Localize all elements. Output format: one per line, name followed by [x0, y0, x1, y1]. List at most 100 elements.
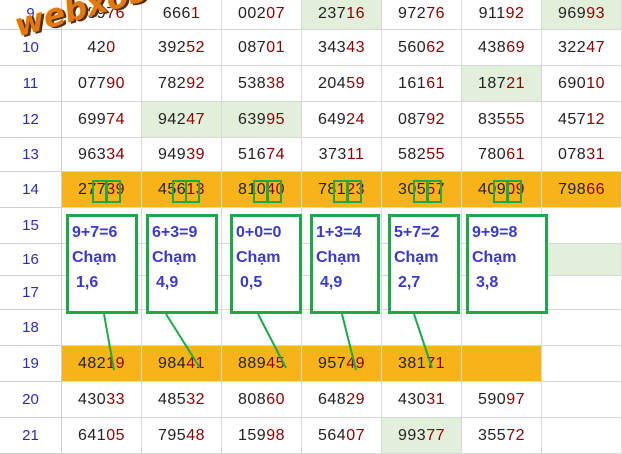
- cell-r21-c1[interactable]: 641 05: [62, 418, 142, 454]
- row-header-15[interactable]: 15: [0, 208, 62, 244]
- cell-suffix: 59: [346, 74, 365, 92]
- touch-label: Chạm: [236, 249, 281, 266]
- cell-r19-c5[interactable]: 381 71: [382, 346, 462, 382]
- cell-r13-c4[interactable]: 373 11: [302, 138, 382, 172]
- cell-r15-c7[interactable]: [542, 208, 622, 244]
- cell-suffix: 31: [426, 390, 445, 408]
- row-header-19[interactable]: 19: [0, 346, 62, 382]
- cell-r19-c6[interactable]: [462, 346, 542, 382]
- cell-r18-c7[interactable]: [542, 310, 622, 346]
- cell-r20-c6[interactable]: 590 97: [462, 382, 542, 418]
- cell-suffix: 19: [106, 354, 125, 372]
- row-header-17[interactable]: 17: [0, 276, 62, 310]
- cell-r17-c7[interactable]: [542, 276, 622, 310]
- cell-r18-c3[interactable]: [222, 310, 302, 346]
- cell-r10-c4[interactable]: 343 43: [302, 30, 382, 66]
- cell-r21-c6[interactable]: 355 72: [462, 418, 542, 454]
- cell-suffix: 31: [586, 145, 605, 163]
- cell-r13-c1[interactable]: 963 34: [62, 138, 142, 172]
- cell-r20-c4[interactable]: 648 29: [302, 382, 382, 418]
- cell-suffix: 48: [186, 426, 205, 444]
- cell-r21-c4[interactable]: 564 07: [302, 418, 382, 454]
- cell-r19-c4[interactable]: 957 49: [302, 346, 382, 382]
- cell-prefix: 381: [398, 354, 427, 372]
- touch-note-text: 9+9=8 Chạm 3,8: [472, 220, 517, 295]
- touch-note-text: 0+0=0 Chạm 0,5: [236, 220, 281, 295]
- cell-r11-c6[interactable]: 187 21: [462, 66, 542, 102]
- row-header-18[interactable]: 18: [0, 310, 62, 346]
- cell-r18-c1[interactable]: [62, 310, 142, 346]
- cell-suffix: 55: [506, 110, 525, 128]
- cell-prefix: 963: [78, 145, 107, 163]
- cell-r20-c7[interactable]: [542, 382, 622, 418]
- cell-r9-c7[interactable]: 969 93: [542, 0, 622, 30]
- row-header-20[interactable]: 20: [0, 382, 62, 418]
- cell-r14-c7[interactable]: 798 66: [542, 172, 622, 208]
- cell-r11-c7[interactable]: 690 10: [542, 66, 622, 102]
- cell-prefix: 373: [318, 145, 347, 163]
- digit-highlight-box: [413, 180, 428, 203]
- cell-suffix: 10: [586, 74, 605, 92]
- cell-suffix: 71: [426, 354, 445, 372]
- cell-suffix: 72: [506, 426, 525, 444]
- row-header-16[interactable]: 16: [0, 244, 62, 276]
- cell-suffix: 74: [266, 145, 285, 163]
- cell-r10-c7[interactable]: 322 47: [542, 30, 622, 66]
- cell-prefix: 430: [78, 390, 107, 408]
- cell-suffix: 69: [506, 38, 525, 56]
- cell-suffix: 16: [346, 4, 365, 22]
- cell-r13-c2[interactable]: 949 39: [142, 138, 222, 172]
- cell-r9-c5[interactable]: 972 76: [382, 0, 462, 30]
- cell-r19-c7[interactable]: [542, 346, 622, 382]
- cell-highlight[interactable]: [548, 244, 622, 276]
- touch-label: Chạm: [316, 249, 361, 266]
- cell-r20-c2[interactable]: 485 32: [142, 382, 222, 418]
- cell-r19-c1[interactable]: 482 19: [62, 346, 142, 382]
- cell-r11-c4[interactable]: 204 59: [302, 66, 382, 102]
- cell-prefix: 430: [398, 390, 427, 408]
- cell-r21-c7[interactable]: [542, 418, 622, 454]
- row-header-14[interactable]: 14: [0, 172, 62, 208]
- cell-r18-c6[interactable]: [462, 310, 542, 346]
- cell-r21-c2[interactable]: 795 48: [142, 418, 222, 454]
- digit-highlight-box: [267, 180, 282, 203]
- cell-suffix: 45: [266, 354, 285, 372]
- cell-prefix: 649: [318, 110, 347, 128]
- row-header-21[interactable]: 21: [0, 418, 62, 454]
- cell-suffix: 39: [186, 145, 205, 163]
- cell-r10-c6[interactable]: 438 69: [462, 30, 542, 66]
- touch-note-text: 1+3=4 Chạm 4,9: [316, 220, 361, 295]
- cell-r10-c5[interactable]: 560 62: [382, 30, 462, 66]
- cell-r9-c4[interactable]: 237 16: [302, 0, 382, 30]
- cell-prefix: 560: [398, 38, 427, 56]
- cell-r12-c7[interactable]: 457 12: [542, 102, 622, 138]
- cell-r20-c5[interactable]: 430 31: [382, 382, 462, 418]
- cell-r13-c3[interactable]: 516 74: [222, 138, 302, 172]
- cell-r18-c4[interactable]: [302, 310, 382, 346]
- cell-r18-c5[interactable]: [382, 310, 462, 346]
- touch-note-text: 5+7=2 Chạm 2,7: [394, 220, 439, 295]
- cell-suffix: 29: [346, 390, 365, 408]
- cell-prefix: 485: [158, 390, 187, 408]
- cell-r11-c5[interactable]: 161 61: [382, 66, 462, 102]
- cell-r20-c3[interactable]: 808 60: [222, 382, 302, 418]
- cell-r13-c7[interactable]: 078 31: [542, 138, 622, 172]
- row-header-13[interactable]: 13: [0, 138, 62, 172]
- cell-prefix: 889: [238, 354, 267, 372]
- cell-r20-c1[interactable]: 430 33: [62, 382, 142, 418]
- cell-r12-c6[interactable]: 835 55: [462, 102, 542, 138]
- cell-suffix: 61: [426, 74, 445, 92]
- cell-r21-c3[interactable]: 159 98: [222, 418, 302, 454]
- cell-r19-c3[interactable]: 889 45: [222, 346, 302, 382]
- cell-r12-c5[interactable]: 087 92: [382, 102, 462, 138]
- cell-suffix: 11: [346, 145, 365, 163]
- cell-r12-c4[interactable]: 649 24: [302, 102, 382, 138]
- cell-r19-c2[interactable]: 984 41: [142, 346, 222, 382]
- cell-r21-c5[interactable]: 993 77: [382, 418, 462, 454]
- touch-digits: 1,6: [76, 274, 99, 291]
- cell-r9-c6[interactable]: 911 92: [462, 0, 542, 30]
- cell-r13-c6[interactable]: 780 61: [462, 138, 542, 172]
- cell-r13-c5[interactable]: 582 55: [382, 138, 462, 172]
- cell-prefix: 322: [558, 38, 587, 56]
- cell-r18-c2[interactable]: [142, 310, 222, 346]
